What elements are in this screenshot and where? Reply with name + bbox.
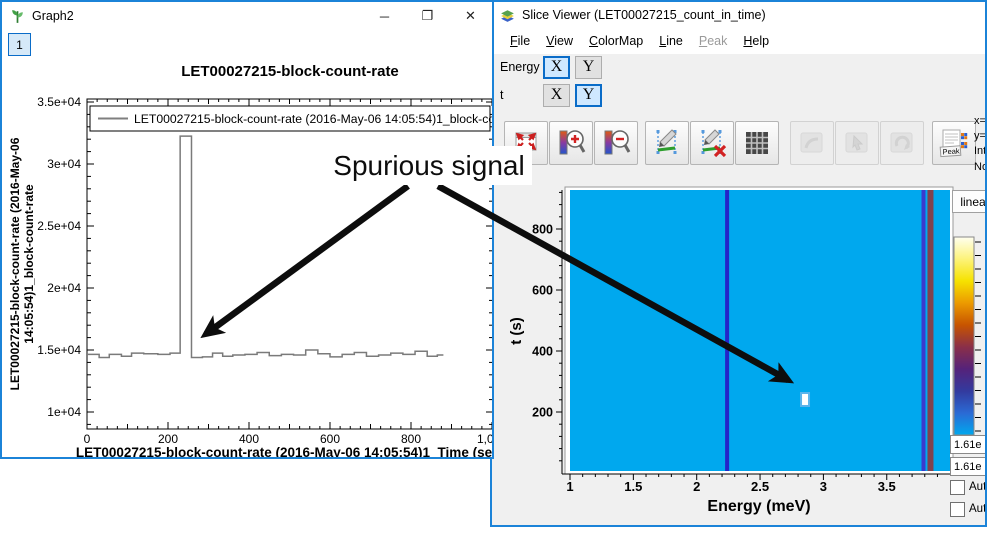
colorbar — [954, 237, 974, 435]
heatmap-vline — [921, 190, 925, 471]
svg-text:LET00027215-block-count-rate (: LET00027215-block-count-rate (2016-May-0… — [76, 445, 494, 459]
spurious-spot — [801, 393, 809, 406]
svg-text:3: 3 — [820, 479, 827, 494]
slice-viewer-menubar: File View ColorMap Line Peak Help — [492, 28, 985, 54]
menu-file[interactable]: File — [502, 30, 538, 52]
t-x-button[interactable]: X — [543, 84, 570, 107]
svg-text:400: 400 — [532, 345, 553, 359]
svg-text:1e+04: 1e+04 — [47, 405, 81, 419]
energy-dim-label: Energy — [500, 60, 543, 74]
energy-dim-row: Energy X Y — [500, 55, 607, 79]
peaks-icon: Peak — [937, 126, 971, 160]
graph2-window: Graph2 ─ ❐ ✕ 1 LET00027215-block-count-r… — [0, 0, 494, 459]
svg-text:LET00027215-block-count-rate: LET00027215-block-count-rate — [181, 63, 399, 80]
svg-text:3.5e+04: 3.5e+04 — [37, 95, 81, 109]
svg-text:400: 400 — [239, 432, 259, 446]
svg-text:2e+04: 2e+04 — [47, 281, 81, 295]
readout-x: x= — [974, 115, 986, 127]
energy-x-button[interactable]: X — [543, 56, 570, 79]
svg-text:LET00027215-block-count-rate (: LET00027215-block-count-rate (2016-May-0… — [8, 137, 22, 390]
colorbar-min-field[interactable]: 1.61e — [950, 457, 987, 476]
refresh-rebin-button — [880, 121, 924, 165]
svg-text:3.5: 3.5 — [878, 479, 896, 494]
svg-text:1.5e+04: 1.5e+04 — [37, 343, 81, 357]
zoom-in-icon — [554, 126, 588, 160]
menu-view[interactable]: View — [538, 30, 581, 52]
slice-viewer-title: Slice Viewer (LET00027215_count_in_time) — [522, 8, 766, 22]
slice-viewer-titlebar[interactable]: Slice Viewer (LET00027215_count_in_time) — [492, 2, 985, 28]
autoscale-min-row: Aut — [950, 502, 986, 516]
svg-text:600: 600 — [532, 284, 553, 298]
remove-line-button[interactable] — [690, 121, 734, 165]
svg-text:200: 200 — [158, 432, 178, 446]
peaks-icon-label: Peak — [942, 146, 960, 156]
draw-line-icon — [650, 126, 684, 160]
svg-text:LET00027215-block-count-rate (: LET00027215-block-count-rate (2016-May-0… — [134, 112, 494, 126]
plot-frame — [87, 99, 493, 429]
svg-text:800: 800 — [532, 223, 553, 237]
svg-text:2.5e+04: 2.5e+04 — [37, 219, 81, 233]
svg-text:2: 2 — [693, 479, 700, 494]
svg-text:1: 1 — [566, 479, 573, 494]
readout-intensity: Int — [974, 145, 986, 157]
heatmap-vline — [725, 190, 729, 471]
refresh-icon — [885, 126, 919, 160]
svg-text:14:05:54)1_block-count-rate: 14:05:54)1_block-count-rate — [22, 184, 36, 344]
svg-text:2.5: 2.5 — [751, 479, 769, 494]
autoscale-max-checkbox[interactable] — [950, 480, 965, 495]
svg-text:800: 800 — [401, 432, 421, 446]
heatmap-image — [570, 190, 950, 471]
svg-text:200: 200 — [532, 406, 553, 420]
t-y-button[interactable]: Y — [575, 84, 602, 107]
colorbar-max-field[interactable]: 1.61e — [950, 435, 987, 454]
peaks-overlay-button[interactable]: Peak — [932, 121, 976, 165]
reset-zoom-button[interactable] — [504, 121, 548, 165]
graph2-plot-canvas[interactable]: LET00027215-block-count-rate 0 200 400 600 80… — [2, 2, 494, 459]
color-scale-button[interactable]: linear — [952, 190, 987, 213]
pick-rebin-button — [835, 121, 879, 165]
menu-peak: Peak — [691, 30, 736, 52]
overlay-line-button[interactable] — [645, 121, 689, 165]
menu-colormap[interactable]: ColorMap — [581, 30, 651, 52]
block-count-rate-curve — [87, 136, 443, 357]
slice-plot-canvas[interactable]: 200 400 600 800 t (s) 1 1.5 2 2.5 3 3.5 Energy (meV… — [492, 2, 987, 527]
readout-normalization: No — [974, 161, 987, 173]
menu-line[interactable]: Line — [651, 30, 691, 52]
svg-text:1.5: 1.5 — [624, 479, 642, 494]
pointer-icon — [840, 126, 874, 160]
heatmap-vline — [927, 190, 933, 471]
close-button[interactable]: ✕ — [449, 2, 492, 30]
rebin-button — [790, 121, 834, 165]
grid-icon — [740, 126, 774, 160]
autoscale-max-label: Aut — [969, 481, 986, 493]
svg-text:600: 600 — [320, 432, 340, 446]
zoom-out-icon — [599, 126, 633, 160]
minimize-button[interactable]: ─ — [363, 2, 406, 30]
delete-line-icon — [695, 126, 729, 160]
colorbar-zoom-out-button[interactable] — [594, 121, 638, 165]
svg-text:0: 0 — [84, 432, 91, 446]
svg-text:1,000: 1,000 — [477, 432, 494, 446]
autoscale-min-label: Aut — [969, 503, 986, 515]
autoscale-min-checkbox[interactable] — [950, 502, 965, 517]
reset-zoom-icon — [509, 126, 543, 160]
rebin-icon — [795, 126, 829, 160]
slice-viewer-window: Slice Viewer (LET00027215_count_in_time)… — [490, 0, 987, 527]
maximize-button[interactable]: ❐ — [406, 2, 449, 30]
toggle-grid-button[interactable] — [735, 121, 779, 165]
colorbar-zoom-in-button[interactable] — [549, 121, 593, 165]
svg-text:t (s): t (s) — [508, 317, 525, 345]
slice-viewer-app-icon — [499, 7, 516, 24]
svg-text:3e+04: 3e+04 — [47, 157, 81, 171]
energy-y-button[interactable]: Y — [575, 56, 602, 79]
svg-text:Energy (meV): Energy (meV) — [707, 498, 810, 515]
menu-help[interactable]: Help — [735, 30, 777, 52]
readout-y: y= — [974, 130, 986, 142]
autoscale-max-row: Aut — [950, 480, 986, 494]
t-dim-label: t — [500, 88, 543, 102]
t-dim-row: t X Y — [500, 83, 607, 107]
